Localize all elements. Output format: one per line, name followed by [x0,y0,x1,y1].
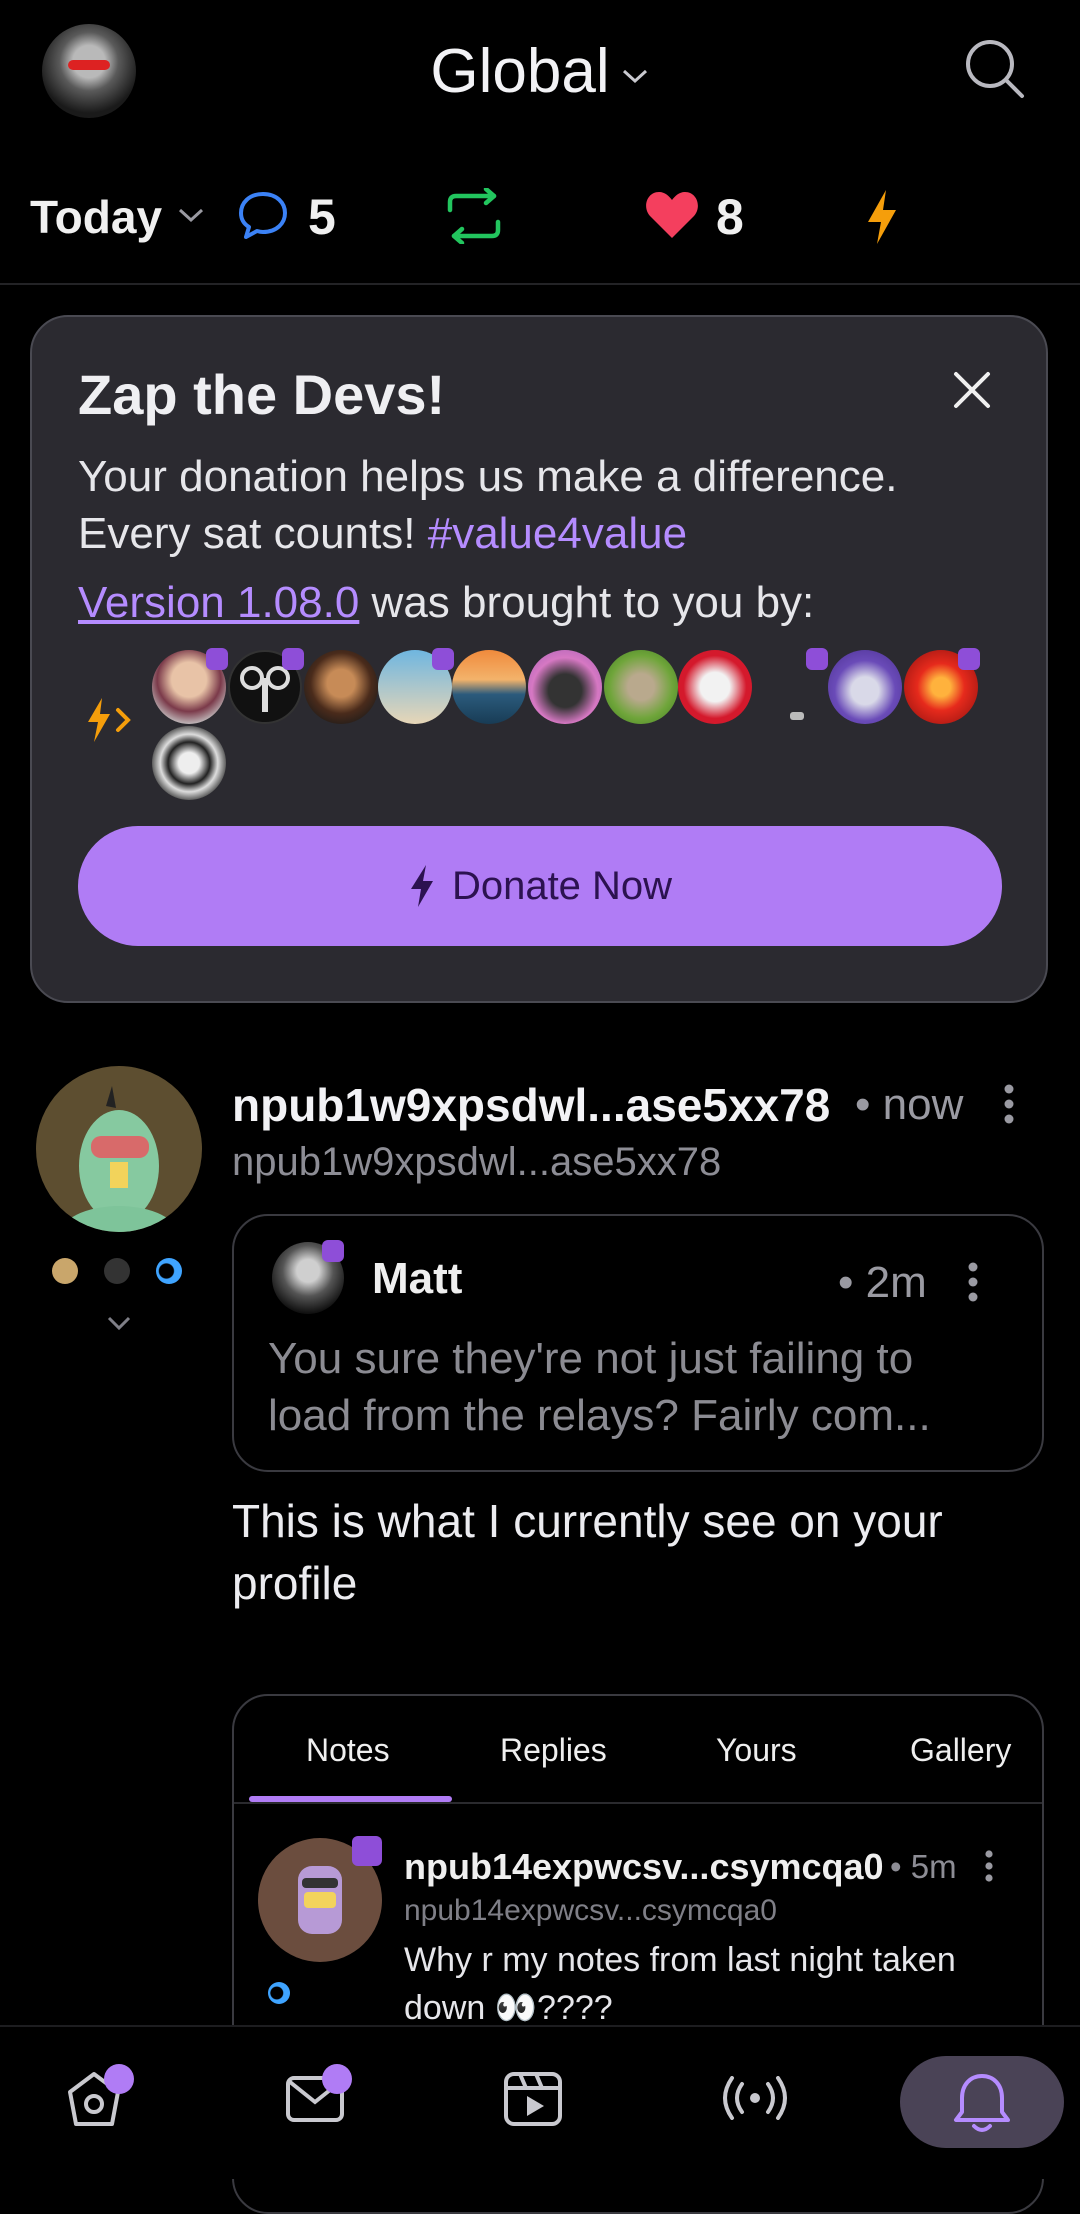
note-text: Why r my notes from last night taken dow… [404,1941,956,2027]
note-timestamp: • 5m [890,1848,957,1885]
zap-arrow-icon [84,696,136,744]
post-author-handle: npub1w9xpsdwl...ase5xx78 [232,1140,722,1184]
hashtag-link[interactable]: #value4value [428,509,687,558]
video-icon[interactable] [502,2068,564,2128]
post-author-name[interactable]: npub1w9xpsdwl...ase5xx78 [232,1078,830,1132]
broadcast-icon[interactable] [722,2076,788,2120]
contributor-avatar[interactable] [790,712,804,720]
tab-yours[interactable]: Yours [716,1732,797,1769]
relay-icon[interactable] [156,1258,182,1284]
verified-badge-icon [282,648,304,670]
verified-badge-icon [432,648,454,670]
contributor-avatar[interactable] [152,726,226,800]
more-options-icon[interactable] [968,1262,978,1302]
verified-badge-icon [352,1836,382,1866]
donate-card-text: Your donation helps us make a difference… [78,448,998,562]
note-author-handle: npub14expwcsv...csymcqa0 [404,1894,777,1927]
version-link[interactable]: Version 1.08.0 [78,578,359,627]
chevron-down-icon [620,66,650,86]
donate-card-title: Zap the Devs! [78,363,446,426]
verified-badge-icon [958,648,980,670]
like-icon[interactable] [644,188,700,240]
contributor-avatar[interactable] [452,650,526,724]
feed-selector[interactable]: Global [0,36,1080,107]
contributor-avatar[interactable] [678,650,752,724]
version-suffix: was brought to you by: [359,578,815,627]
chevron-down-icon[interactable] [176,205,206,225]
donate-text-line1: Your donation helps us make a difference… [78,452,898,501]
verified-badge-icon [806,648,828,670]
contributor-avatar[interactable] [828,650,902,724]
notifications-icon[interactable] [950,2070,1014,2136]
feed-title: Global [430,37,610,106]
divider [234,1802,1042,1804]
tab-gallery[interactable]: Gallery [910,1732,1011,1769]
donate-text-line2: Every sat counts! [78,509,416,558]
donate-now-button[interactable]: Donate Now [78,826,1002,946]
reply-count: 5 [308,189,336,245]
chevron-down-icon[interactable] [106,1314,132,1332]
quote-timestamp: • 2m [838,1258,927,1307]
verified-badge-icon [206,648,228,670]
relay-icon[interactable] [104,1258,130,1284]
reply-icon[interactable] [236,188,290,242]
tab-replies[interactable]: Replies [500,1732,607,1769]
contributor-avatar[interactable] [604,650,678,724]
more-options-icon[interactable] [1004,1084,1014,1124]
zap-icon [408,863,436,909]
tab-notes[interactable]: Notes [306,1732,390,1769]
verified-badge-icon [322,1240,344,1262]
notification-dot [322,2064,352,2094]
contributor-avatar[interactable] [528,650,602,724]
post-body: This is what I currently see on your pro… [232,1495,943,1609]
author-avatar[interactable] [36,1066,202,1232]
relay-icon[interactable] [52,1258,78,1284]
period-selector[interactable]: Today [30,190,162,244]
contributor-avatar[interactable] [304,650,378,724]
quote-text: You sure they're not just failing to loa… [268,1334,931,1440]
divider [0,283,1080,285]
note-author-name[interactable]: npub14expwcsv...csymcqa0 [404,1846,884,1888]
quote-author-name[interactable]: Matt [372,1254,462,1304]
more-options-icon[interactable] [984,1850,994,1882]
version-line: Version 1.08.0 was brought to you by: [78,578,814,628]
donate-now-label: Donate Now [451,863,673,908]
search-icon[interactable] [962,36,1028,102]
like-count: 8 [716,189,744,245]
close-icon[interactable] [952,370,992,410]
repost-icon[interactable] [436,188,512,244]
notification-dot [104,2064,134,2094]
post-timestamp: • now [855,1080,964,1129]
relay-icon[interactable] [268,1982,290,2004]
zap-icon[interactable] [864,188,900,246]
active-tab-indicator [249,1796,452,1802]
